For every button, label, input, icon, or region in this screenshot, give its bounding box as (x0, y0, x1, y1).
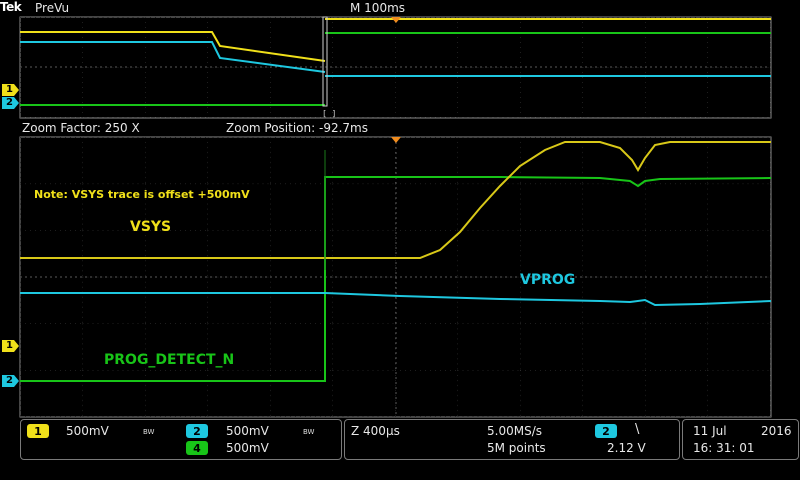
offset-note: Note: VSYS trace is offset +500mV (34, 188, 250, 201)
datetime-panel: 11 Jul 2016 16: 31: 01 (682, 419, 799, 460)
zoom-timescale[interactable]: Z 400µs (351, 424, 400, 438)
zoom-window (19, 136, 772, 418)
prog-detect-label: PROG_DETECT_N (104, 352, 235, 368)
vprog-label: VPROG (520, 272, 576, 288)
sample-rate[interactable]: 5.00MS/s (487, 424, 542, 438)
ch1-badge[interactable]: 1 (27, 424, 49, 438)
ch2-offset-marker[interactable]: 2 (3, 374, 16, 387)
ch4-scale[interactable]: 500mV (226, 441, 269, 455)
acquisition-panel[interactable]: Z 400µs 5.00MS/s 5M points 2 \ 2.12 V (344, 419, 680, 460)
trigger-level[interactable]: 2.12 V (607, 441, 646, 455)
time: 16: 31: 01 (693, 441, 755, 455)
ch1-scale[interactable]: 500mV (66, 424, 109, 438)
ch4-badge[interactable]: 4 (186, 441, 208, 455)
channel-settings-panel[interactable]: 1 500mV BW 2 500mV BW 4 500mV (20, 419, 342, 460)
year: 2016 (761, 424, 792, 438)
record-length[interactable]: 5M points (487, 441, 546, 455)
ch2-badge[interactable]: 2 (186, 424, 208, 438)
vsys-label: VSYS (130, 219, 172, 235)
ch2-bandwidth-limit-icon: BW (303, 428, 315, 436)
trigger-source-badge[interactable]: 2 (595, 424, 617, 438)
ch1-bandwidth-limit-icon: BW (143, 428, 155, 436)
overview-window: [ ] (19, 16, 772, 119)
ch2-offset-marker-top[interactable]: 2 (3, 96, 16, 109)
falling-edge-icon: \ (635, 422, 640, 437)
scope-display: [ ] (2, 16, 772, 418)
date: 11 Jul (693, 424, 727, 438)
ch1-offset-marker-top[interactable]: 1 (3, 83, 16, 96)
ch1-offset-marker[interactable]: 1 (3, 339, 16, 352)
svg-text:[ ]: [ ] (322, 109, 336, 118)
ch2-scale[interactable]: 500mV (226, 424, 269, 438)
